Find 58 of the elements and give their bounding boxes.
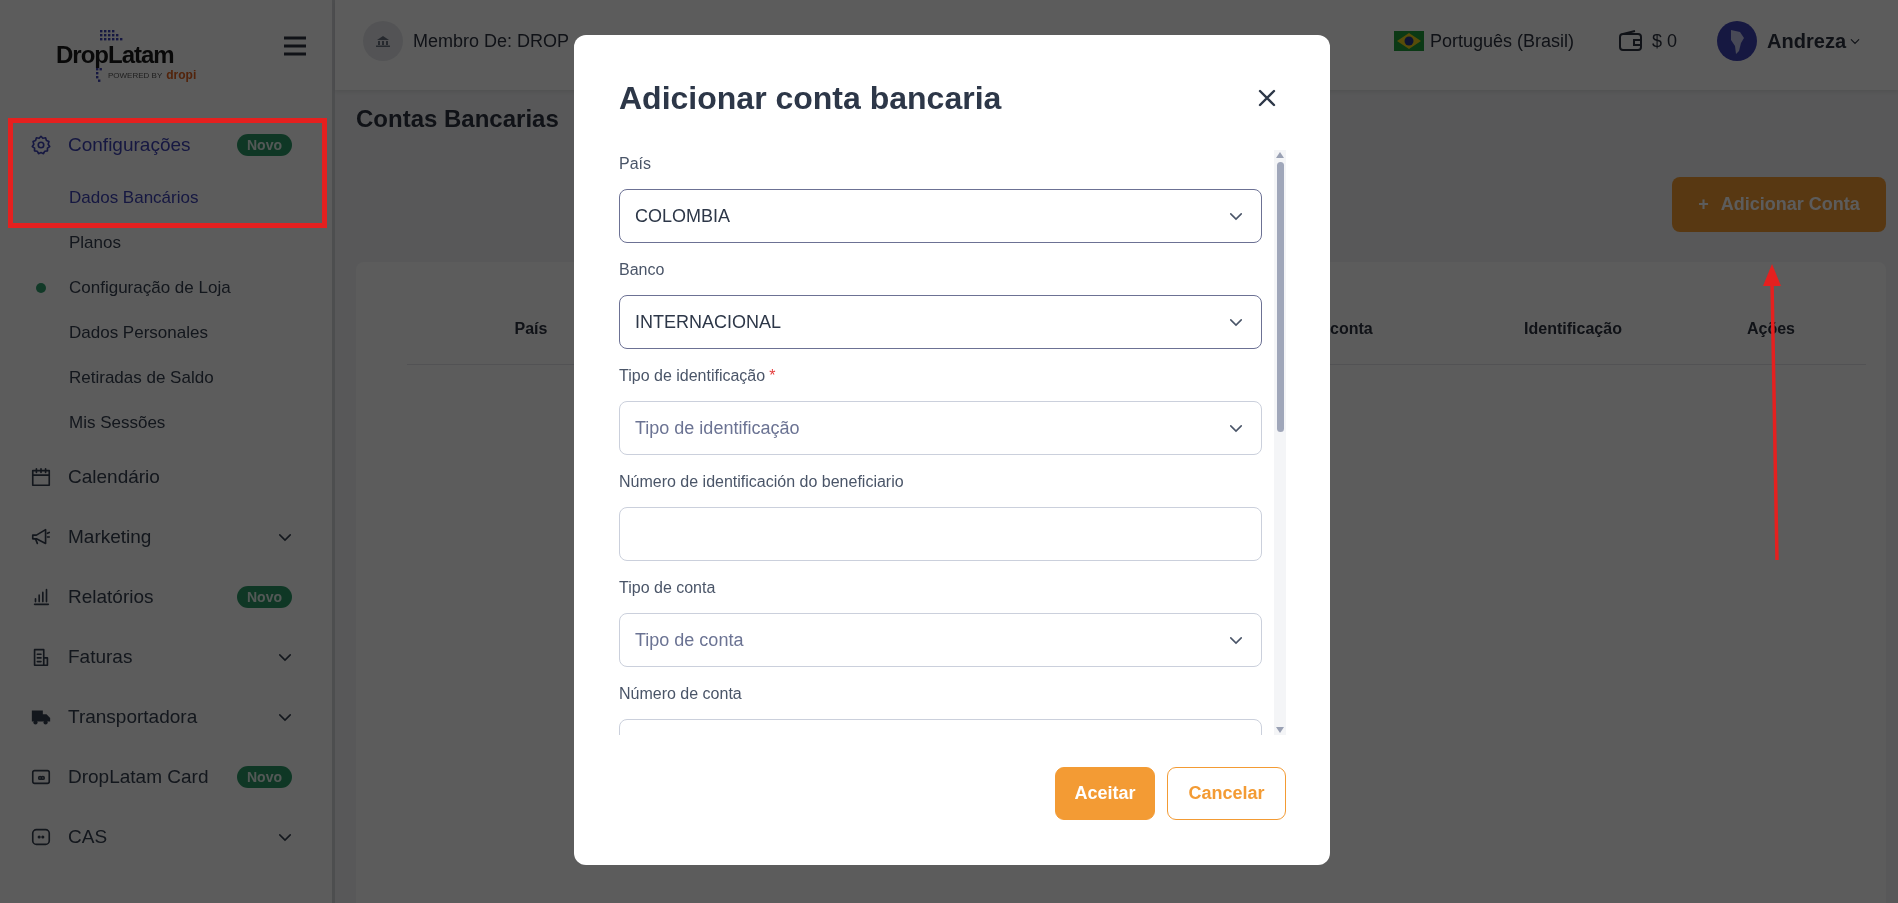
add-account-button[interactable]: + Adicionar Conta [1672,177,1886,232]
caret-icon [1850,37,1860,45]
logo-name: DropLatam [56,42,174,68]
submenu-item[interactable]: Dados Bancários [0,175,332,220]
scrollbar[interactable] [1274,150,1286,735]
chevron-down-icon [1229,211,1243,221]
chevron-down-icon [1229,635,1243,645]
dots-logo-icon [96,68,102,82]
cancel-button[interactable]: Cancelar [1167,767,1286,820]
language-selector[interactable]: Português (Brasil) [1430,30,1575,52]
sidebar-item[interactable]: Calendário [0,447,332,507]
avatar-icon [1717,21,1758,61]
submenu-item[interactable]: Dados Personales [0,310,332,355]
field-label: Número de conta [619,684,743,704]
chat-icon [30,826,52,848]
submenu-item[interactable]: Planos [0,220,332,265]
calendar-icon [30,466,52,488]
user-menu[interactable]: Andreza [1767,29,1860,53]
member-label: Membro De: DROP [413,30,570,52]
gear-icon [30,134,52,156]
new-badge: Novo [237,766,292,788]
sidebar-item[interactable]: DropLatam Card Novo [0,747,332,807]
select-field[interactable]: Tipo de identificação [619,401,1262,455]
field-label: Tipo de conta [619,578,717,598]
logo-brand: dropi [166,68,197,82]
submenu-item[interactable]: Mis Sessões [0,400,332,445]
column-header: conta [1330,320,1374,338]
submenu-item[interactable]: Configuração de Loja [0,265,332,310]
balance: $ 0 [1652,30,1678,52]
field-label: Número de identificación do beneficiario [619,472,905,492]
input-field[interactable] [619,507,1262,561]
field-label: Tipo de identificação * [619,366,777,386]
field-label: País [619,154,652,174]
flag-icon [1394,31,1424,51]
sidebar-item[interactable]: Configurações Novo [0,115,332,175]
dialog-title: Adicionar conta bancaria [619,79,1002,118]
new-badge: Novo [237,586,292,608]
wallet-icon [1618,30,1645,52]
select-field[interactable]: COLOMBIA [619,189,1262,243]
field-label: Banco [619,260,666,280]
sidebar-item[interactable]: Marketing [0,507,332,567]
arrow-up-icon[interactable] [1276,152,1284,158]
arrow-down-icon[interactable] [1276,727,1284,733]
select-field[interactable]: INTERNACIONAL [619,295,1262,349]
page-title: Contas Bancarias [356,104,560,134]
menu-button[interactable] [282,35,308,57]
accept-button[interactable]: Aceitar [1055,767,1155,820]
sidebar-item[interactable]: Relatórios Novo [0,567,332,627]
chevron-down-icon [1229,317,1243,327]
member-avatar [363,21,403,61]
column-header: Identificação [1523,320,1623,338]
new-badge: Novo [237,134,292,156]
sidebar-item[interactable]: CAS [0,807,332,867]
submenu-item[interactable]: Retiradas de Saldo [0,355,332,400]
sidebar-item[interactable]: Transportadora [0,687,332,747]
chevron-down-icon [1229,423,1243,433]
select-field[interactable]: Tipo de conta [619,613,1262,667]
sidebar-item[interactable]: Faturas [0,627,332,687]
